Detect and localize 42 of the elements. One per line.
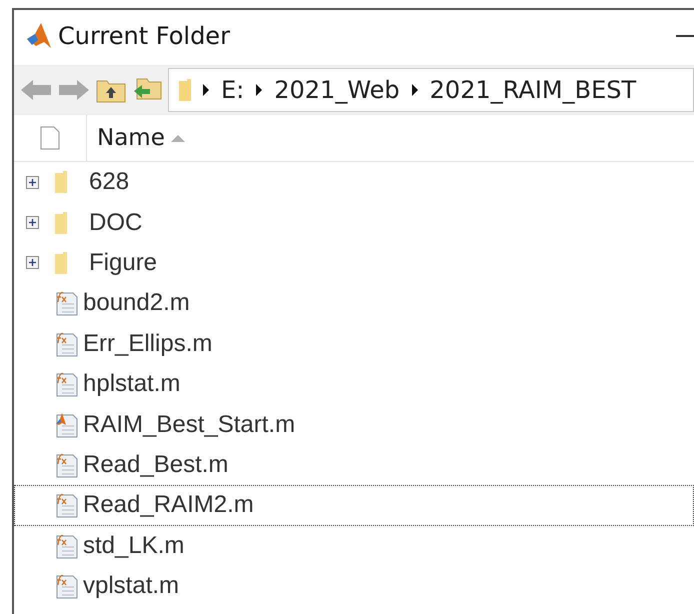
file-name: hplstat.m: [83, 370, 180, 398]
file-name: Err_Ellips.m: [83, 330, 212, 358]
expand-icon[interactable]: [26, 216, 38, 230]
file-name: vplstat.m: [83, 572, 180, 600]
file-row[interactable]: Read_Best.m: [14, 444, 694, 486]
peak-logo-icon: [26, 22, 52, 50]
name-column-header[interactable]: Name: [87, 115, 185, 161]
file-name: Read_Best.m: [83, 450, 228, 479]
file-row[interactable]: Figure: [14, 242, 694, 284]
file-name: 628: [89, 168, 130, 196]
file-row[interactable]: Read_RAIM2.m: [14, 485, 694, 526]
file-row[interactable]: DOC: [14, 202, 694, 243]
file-name: Read_RAIM2.m: [83, 491, 254, 520]
breadcrumb-item[interactable]: 2021_Web: [274, 76, 400, 104]
expand-icon[interactable]: [26, 176, 38, 189]
file-row[interactable]: hplstat.m: [14, 364, 694, 404]
file-name: DOC: [89, 208, 142, 237]
folder-icon: [53, 169, 69, 196]
file-row[interactable]: vplstat.m: [14, 566, 694, 606]
folder-icon: [177, 78, 193, 102]
folder-icon: [53, 250, 69, 276]
sort-arrow-icon: [170, 134, 185, 142]
folder-icon: [53, 210, 69, 236]
breadcrumb-item[interactable]: 2021_RAIM_BEST: [430, 76, 636, 104]
file-row[interactable]: std_LK.m: [14, 526, 694, 566]
file-row[interactable]: 628: [14, 162, 694, 202]
file-name: std_LK.m: [83, 532, 184, 560]
file-row[interactable]: bound2.m: [14, 283, 694, 324]
file-row[interactable]: Err_Ellips.m: [14, 324, 694, 364]
breadcrumb-arrow-icon[interactable]: [256, 84, 262, 96]
file-row[interactable]: RAIM_Best_Start.m: [14, 404, 694, 445]
breadcrumb-arrow-icon[interactable]: [412, 84, 418, 96]
file-name: RAIM_Best_Start.m: [83, 410, 296, 439]
expand-icon[interactable]: [26, 256, 38, 270]
breadcrumb-arrow-icon[interactable]: [203, 84, 209, 96]
file-name: bound2.m: [83, 289, 190, 318]
panel-title: Current Folder: [58, 22, 230, 50]
file-name: Figure: [89, 248, 158, 277]
breadcrumb-item[interactable]: E:: [221, 76, 244, 104]
address-bar[interactable]: E: 2021_Web 2021_RAIM_BEST: [168, 68, 694, 112]
script-file-icon: [53, 412, 79, 438]
file-type-icon: [40, 126, 60, 150]
